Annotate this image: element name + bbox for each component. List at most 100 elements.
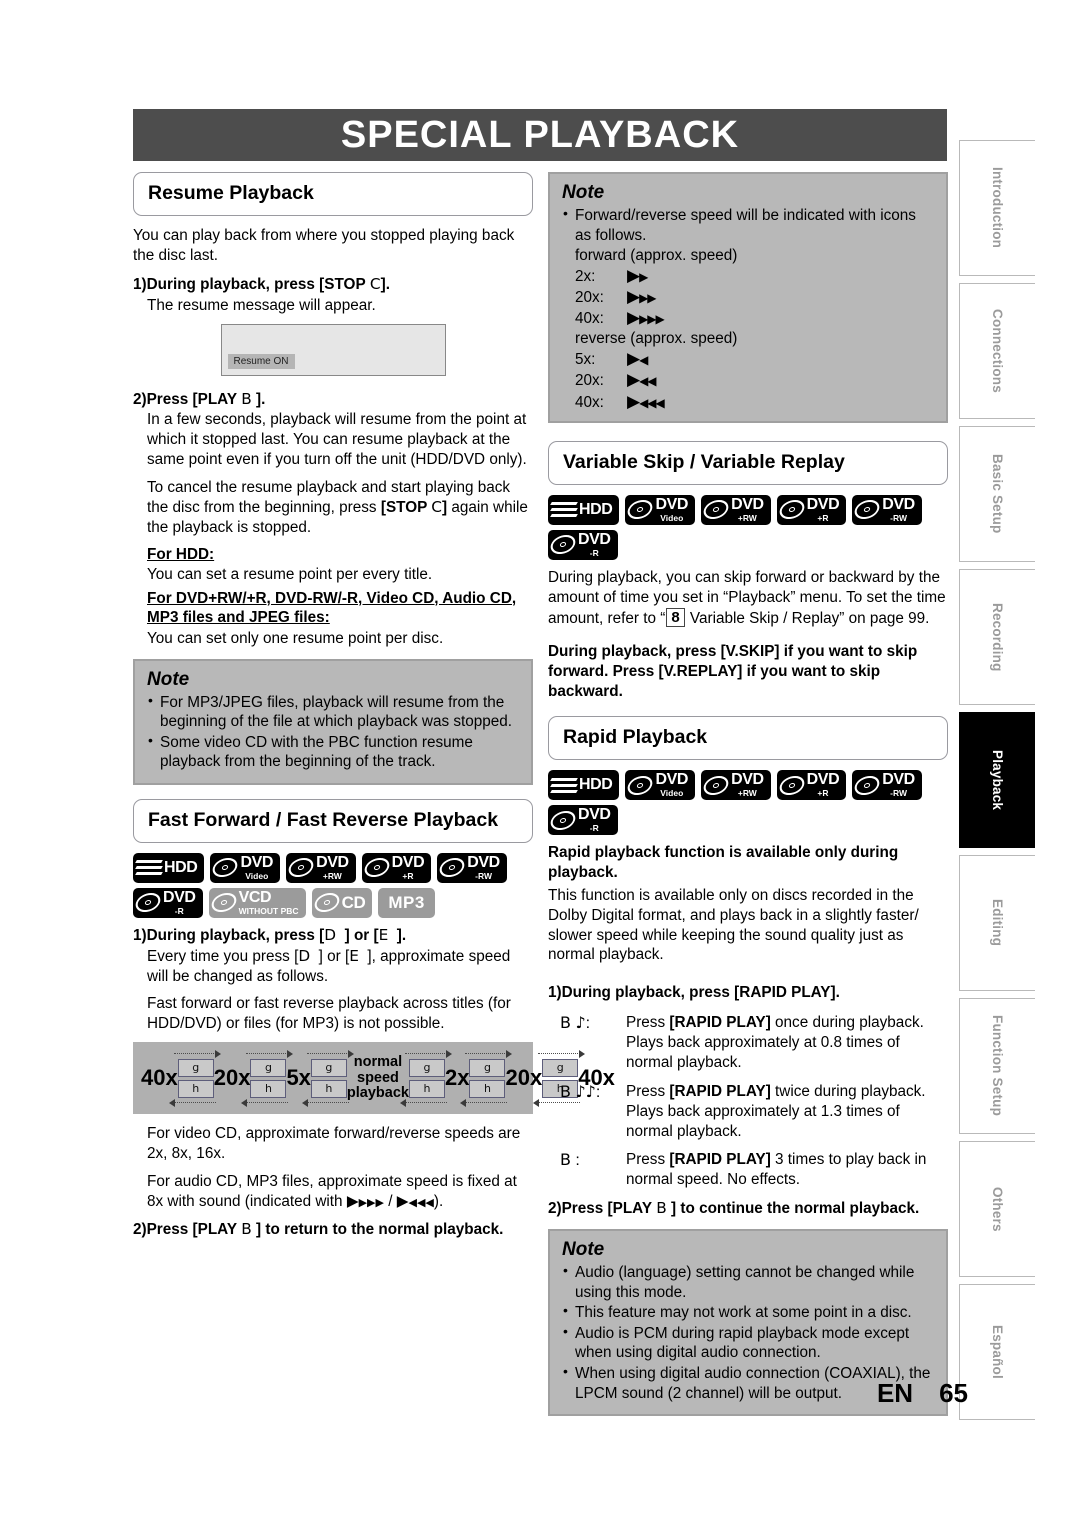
disc-badges-fast-forward: HDD DVD Video DVD +RW DVD +R DVD -RW DVD -R	[133, 852, 533, 918]
disc-icon	[287, 856, 315, 879]
note-list: For MP3/JPEG files, playback will resume…	[147, 692, 519, 772]
badge-hdd-icon: HDD	[133, 852, 205, 883]
badge-sub: -RW	[475, 871, 492, 882]
ff-body-video-cd: For video CD, approximate forward/revers…	[147, 1125, 521, 1163]
arrow-line-reverse-icon	[168, 1099, 216, 1108]
badge-label: MP3	[388, 893, 425, 913]
badge-dvd-minus-rw-icon: DVD -RW	[852, 494, 922, 525]
note-title: Note	[562, 182, 605, 203]
disc-icon	[549, 808, 577, 832]
arrow-line-forward-icon	[246, 1050, 294, 1059]
badge-hdd-icon: HDD	[548, 494, 620, 525]
badge-dvd-minus-r-icon: DVD -R	[548, 805, 618, 836]
resume-step-1-body: The resume message will appear.	[147, 296, 376, 314]
disc-icon	[702, 498, 730, 521]
footer-language: EN	[876, 1378, 914, 1408]
tab-label: Introduction	[990, 167, 1005, 249]
badge-label: CD	[341, 893, 366, 913]
ff-body-audio-cd: For audio CD, MP3 files, approximate spe…	[147, 1172, 517, 1210]
speed-cell-group: g h	[460, 1050, 513, 1108]
badge-label: DVD	[163, 889, 196, 907]
speed-row: 40x: ▶◀◀◀	[562, 392, 934, 413]
speed-label-left-2: 20x	[213, 1065, 251, 1091]
speed-value: 20x:	[575, 289, 604, 307]
badge-label: DVD	[806, 496, 840, 514]
badge-mp3-icon: MP3	[378, 887, 435, 918]
disc-icon	[778, 773, 805, 797]
sidebar-tab-connections[interactable]: Connections	[959, 283, 1035, 419]
sidebar-tab-others[interactable]: Others	[959, 1141, 1035, 1277]
speed-cell-h: h	[250, 1079, 287, 1098]
section-heading-resume-playback: Resume Playback	[133, 172, 533, 216]
arrow-line-reverse-icon	[400, 1099, 447, 1108]
forward-arrow-1x-icon: ▶▶	[627, 265, 648, 286]
disc-icon	[549, 533, 577, 556]
note-item: Audio is PCM during rapid playback mode …	[562, 1323, 934, 1363]
badge-sub: +RW	[737, 513, 757, 524]
manual-page: SPECIAL PLAYBACK Resume Playback You can…	[0, 0, 1080, 1528]
footer-page-number: 65	[939, 1378, 968, 1408]
speed-row: 20x: ▶◀◀	[562, 370, 934, 391]
table-row: B ♪♪: Press [RAPID PLAY] twice during pl…	[548, 1082, 948, 1142]
sidebar-tab-recording[interactable]: Recording	[959, 569, 1035, 705]
sidebar-tab-function-setup[interactable]: Function Setup	[959, 998, 1035, 1134]
sidebar-tab-editing[interactable]: Editing	[959, 855, 1035, 991]
speed-cell-group: g h	[168, 1050, 221, 1108]
sidebar-tab-basic-setup[interactable]: Basic Setup	[959, 426, 1035, 562]
badge-dvd-video-icon: DVD Video	[625, 494, 696, 525]
tab-label: Connections	[990, 309, 1005, 393]
forward-arrow-3x-icon: ▶▶▶▶	[627, 308, 665, 329]
note-box-resume: Note For MP3/JPEG files, playback will r…	[133, 658, 533, 785]
disc-icon	[778, 498, 805, 521]
badge-vcd-icon: VCD WITHOUT PBC	[208, 887, 306, 918]
speed-value: 20x:	[575, 372, 604, 390]
speed-value: 2x:	[575, 267, 596, 285]
speed-cell-g: g	[469, 1058, 506, 1077]
forward-arrow-2x-icon: ▶▶▶	[627, 286, 657, 307]
sidebar-tab-espanol[interactable]: Español	[959, 1284, 1035, 1420]
vs-body-post: Variable Skip / Replay” on page 99.	[685, 609, 930, 627]
note-box-speed-icons: Note Forward/reverse speed will be indic…	[548, 172, 948, 423]
disc-icon	[210, 891, 237, 914]
speed-cell-h: h	[469, 1079, 506, 1098]
badge-sub: +RW	[737, 788, 757, 799]
badge-sub: +R	[817, 513, 829, 524]
badge-sub: WITHOUT PBC	[238, 906, 299, 917]
rapid-mode-desc: Press [RAPID PLAY] once during playback.…	[626, 1014, 924, 1071]
arrow-line-forward-icon	[465, 1050, 513, 1059]
resume-step-2: 2)Press [PLAY B ].	[133, 389, 266, 408]
arrow-line-forward-icon	[306, 1050, 354, 1059]
chapter-tabs: Introduction Connections Basic Setup Rec…	[959, 140, 1035, 1427]
badge-sub: Video	[245, 871, 269, 882]
rapid-mode-key: B :	[560, 1150, 580, 1170]
tab-label: Español	[990, 1325, 1005, 1379]
badge-label: DVD	[655, 496, 689, 514]
page-footer: EN 65	[0, 1378, 968, 1409]
reverse-speed-label: reverse (approx. speed)	[575, 330, 738, 348]
badge-label: DVD	[731, 496, 764, 514]
hdd-platter-icon	[550, 499, 578, 520]
hdd-platter-icon	[135, 857, 163, 878]
tab-label: Function Setup	[990, 1015, 1005, 1117]
badge-label: VCD	[238, 889, 272, 907]
rapid-step-1: 1)During playback, press [RAPID PLAY].	[548, 984, 840, 1002]
speed-row: 40x: ▶▶▶▶	[562, 308, 934, 329]
speed-row: 20x: ▶▶▶	[562, 287, 934, 308]
badge-label: DVD	[316, 854, 349, 872]
reverse-arrow-1x-icon: ▶◀	[627, 349, 648, 370]
disc-icon	[853, 498, 881, 521]
for-hdd-body: You can set a resume point per every tit…	[147, 565, 433, 583]
rapid-lead-body: This function is available only on discs…	[548, 886, 919, 964]
speed-cell-h: h	[409, 1079, 445, 1098]
rapid-mode-key: B ♪♪:	[560, 1081, 601, 1101]
variable-skip-body: During playback, you can skip forward or…	[548, 568, 948, 629]
note-item: For MP3/JPEG files, playback will resume…	[147, 692, 519, 732]
note-item: Audio (language) setting cannot be chang…	[562, 1262, 934, 1302]
speed-value: 40x:	[575, 393, 604, 411]
badge-dvd-plus-rw-icon: DVD +RW	[286, 852, 356, 883]
disc-icon	[363, 856, 390, 879]
badge-sub: +R	[402, 871, 414, 882]
for-hdd-label: For HDD:	[147, 545, 215, 563]
sidebar-tab-introduction[interactable]: Introduction	[959, 140, 1035, 276]
sidebar-tab-playback[interactable]: Playback	[959, 712, 1035, 848]
